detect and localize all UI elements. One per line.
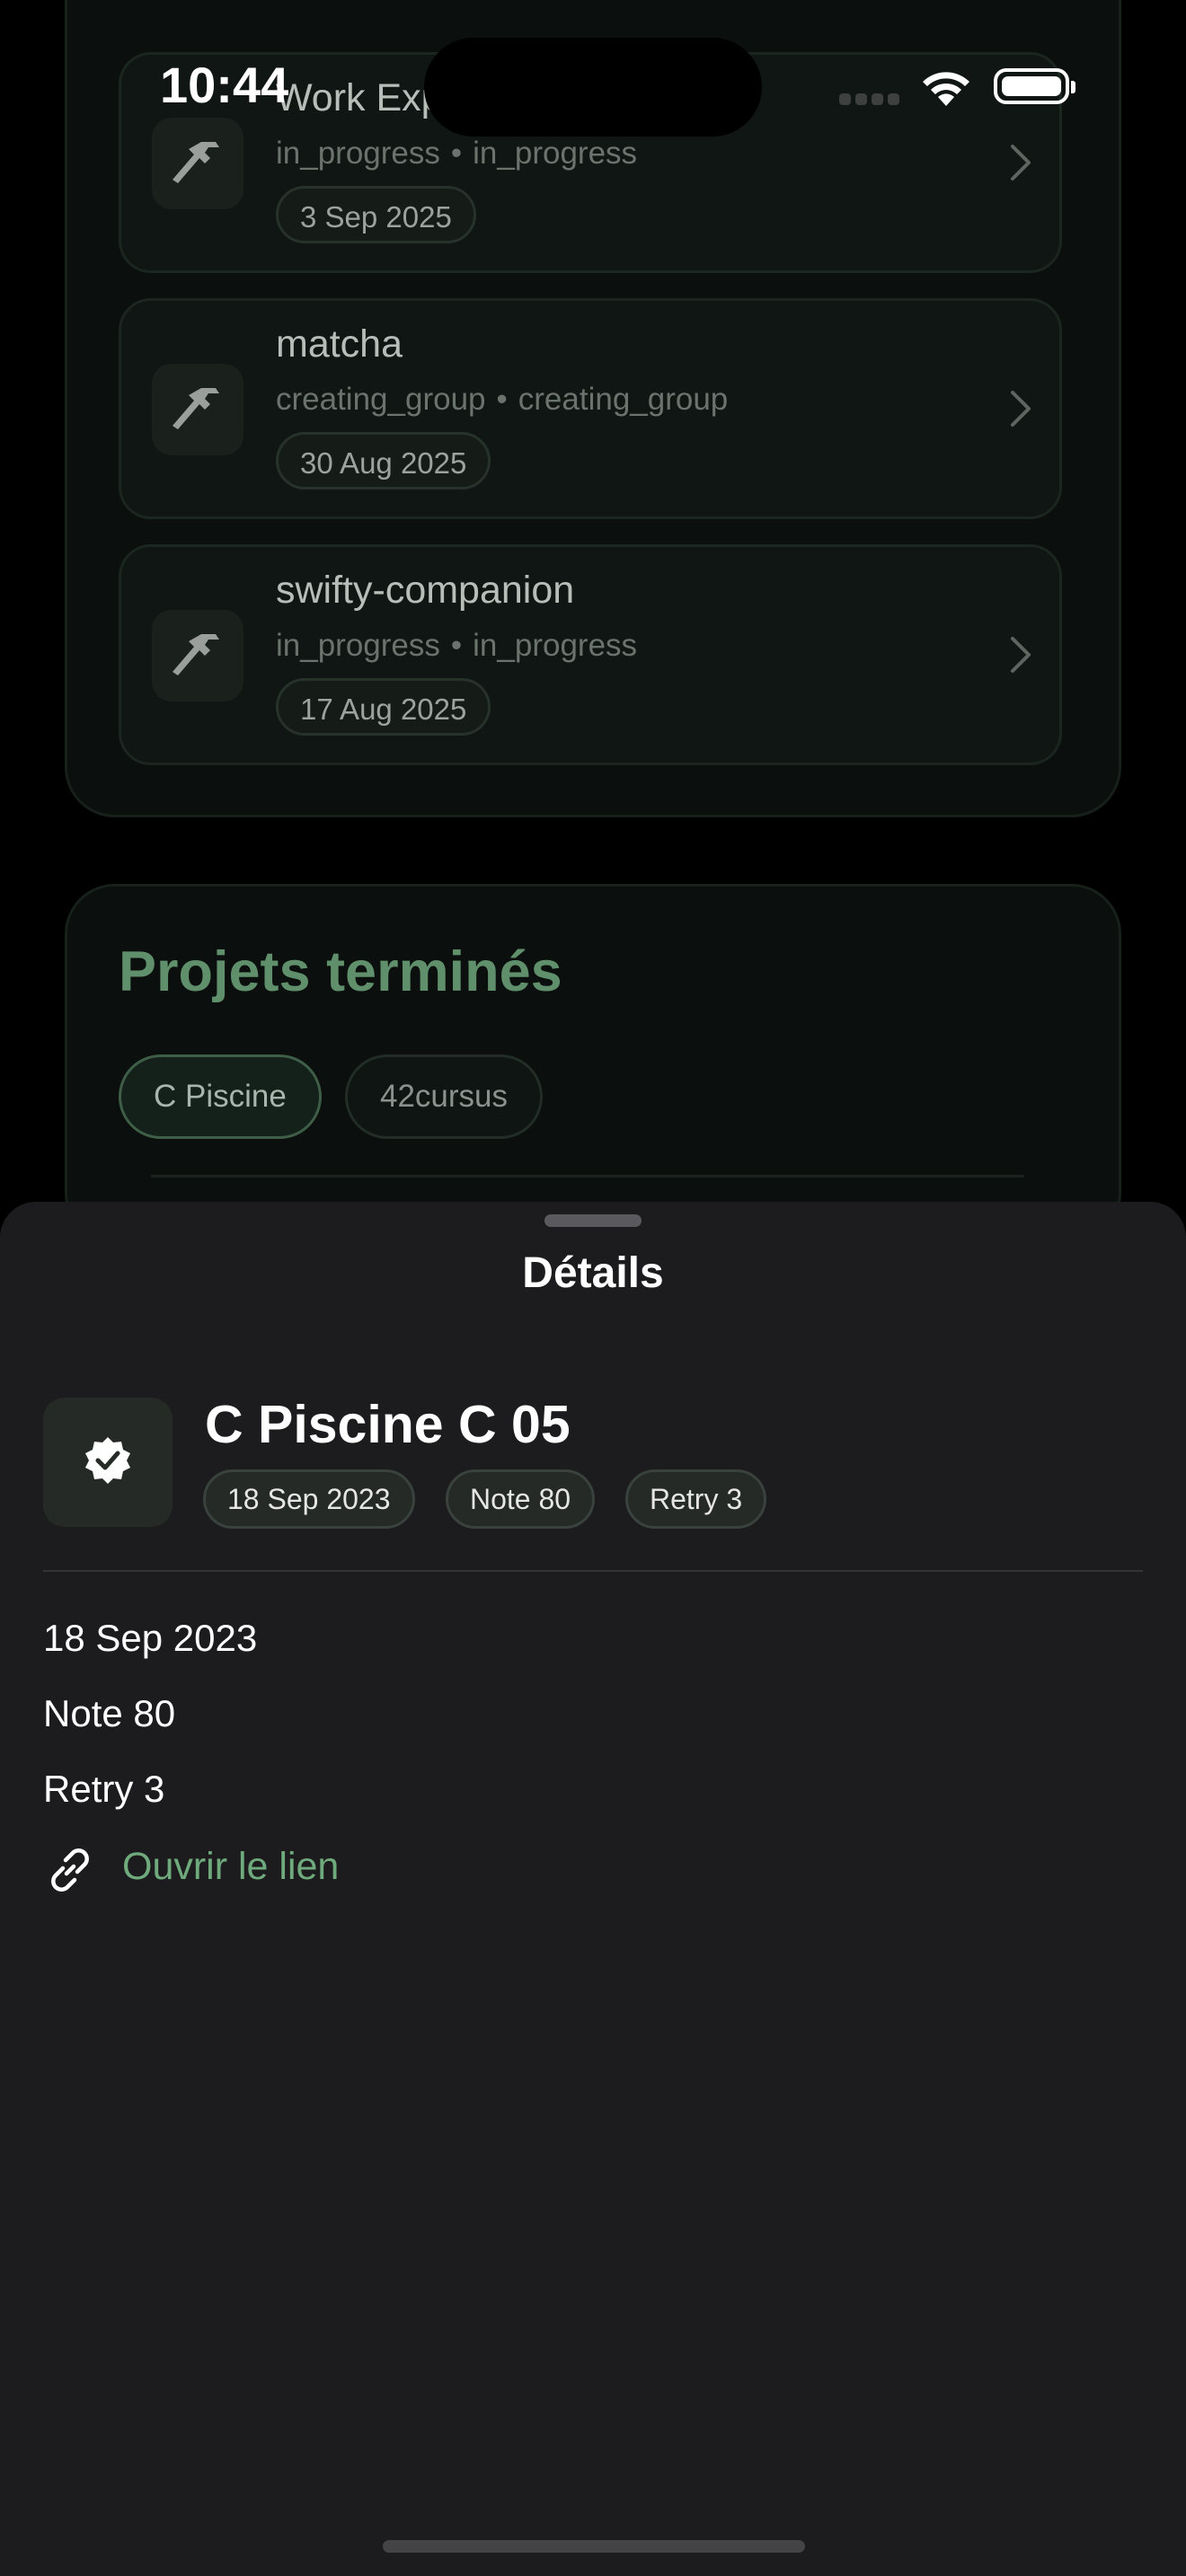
project-title: swifty-companion bbox=[276, 569, 575, 612]
project-date-badge: 17 Aug 2025 bbox=[276, 678, 491, 736]
project-status: in_progress • in_progress bbox=[276, 628, 638, 663]
grade-tag: Note 80 bbox=[446, 1469, 596, 1529]
home-indicator[interactable] bbox=[383, 2540, 805, 2553]
hammer-icon bbox=[152, 118, 243, 209]
project-status: creating_group • creating_group bbox=[276, 382, 729, 417]
battery-icon bbox=[994, 68, 1075, 104]
wifi-icon bbox=[923, 72, 969, 106]
project-status: in_progress • in_progress bbox=[276, 136, 638, 171]
section-title: Projets terminés bbox=[119, 940, 562, 1003]
project-row[interactable]: swifty-companion in_progress • in_progress… bbox=[119, 544, 1062, 765]
filter-chip-42cursus[interactable]: 42cursus bbox=[345, 1054, 544, 1139]
details-sheet bbox=[0, 1202, 1186, 2576]
chevron-right-icon bbox=[1011, 391, 1031, 427]
divider bbox=[151, 1175, 1024, 1178]
project-row[interactable]: matcha creating_group • creating_group 30 … bbox=[119, 298, 1062, 519]
date-tag: 18 Sep 2023 bbox=[203, 1469, 415, 1529]
project-title: C Piscine C 05 bbox=[205, 1395, 571, 1454]
project-title: matcha bbox=[276, 322, 403, 366]
project-title: Work Exp bbox=[276, 76, 443, 119]
chevron-right-icon bbox=[1011, 637, 1031, 673]
verified-badge-icon bbox=[43, 1398, 173, 1527]
sheet-grabber[interactable] bbox=[544, 1214, 642, 1227]
cellular-signal-icon bbox=[839, 93, 904, 110]
status-time: 10:44 bbox=[160, 57, 289, 113]
hammer-icon bbox=[152, 610, 243, 701]
retry-tag: Retry 3 bbox=[625, 1469, 767, 1529]
project-date-badge: 3 Sep 2025 bbox=[276, 186, 476, 243]
chevron-right-icon bbox=[1011, 145, 1031, 181]
open-link-label: Ouvrir le lien bbox=[122, 1845, 340, 1888]
retry-line: Retry 3 bbox=[43, 1768, 165, 1810]
hammer-icon bbox=[152, 364, 243, 455]
divider bbox=[43, 1570, 1143, 1572]
project-date-badge: 30 Aug 2025 bbox=[276, 432, 491, 490]
date-line: 18 Sep 2023 bbox=[43, 1617, 258, 1659]
sheet-title: Détails bbox=[522, 1249, 664, 1297]
filter-chip-c-piscine[interactable]: C Piscine bbox=[119, 1054, 322, 1139]
link-icon bbox=[51, 1848, 89, 1892]
dynamic-island bbox=[424, 38, 762, 137]
grade-line: Note 80 bbox=[43, 1692, 176, 1734]
